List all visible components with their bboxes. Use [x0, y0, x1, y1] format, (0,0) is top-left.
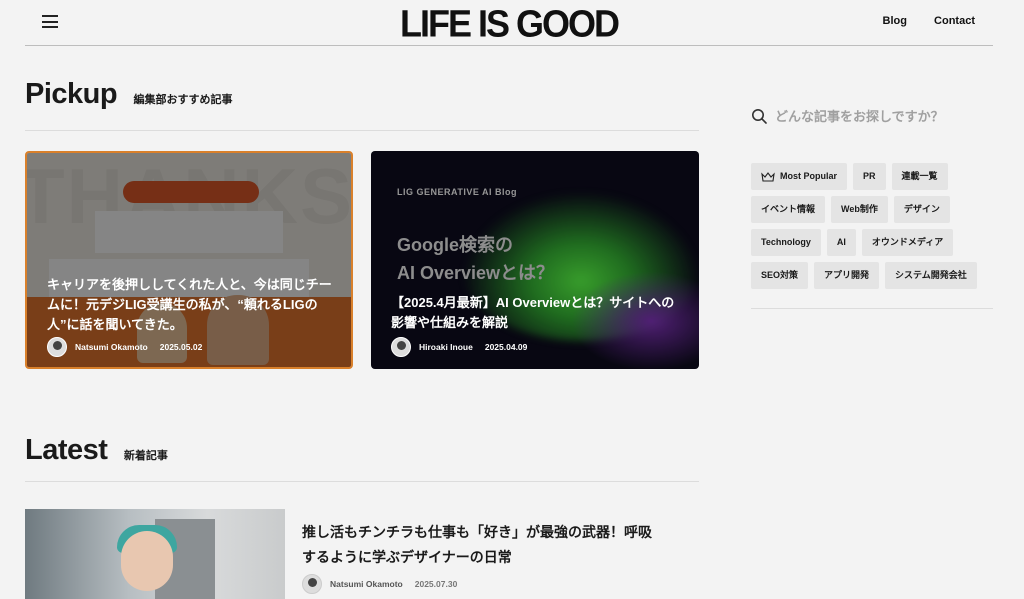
crown-icon: [761, 171, 775, 182]
nav-contact[interactable]: Contact: [934, 15, 975, 27]
tag-web[interactable]: Web制作: [831, 196, 888, 223]
sidebar-divider: [751, 308, 993, 309]
post-date: 2025.05.02: [159, 342, 203, 352]
latest-heading: Latest: [25, 434, 108, 466]
card-title[interactable]: キャリアを後押ししてくれた人と、今は同じチームに！元デジLIG受講生の私が、“頼…: [47, 275, 337, 335]
header-nav: Blog Contact: [859, 15, 975, 27]
latest-item-title[interactable]: 推し活もチンチラも仕事も「好き」が最強の武器！呼吸するように学ぶデザイナーの日常: [302, 520, 662, 570]
pickup-card-1[interactable]: THANKS キャリアを後押ししてくれた人と、今は同じチームに！元デジLIG受講…: [25, 151, 353, 369]
author-name[interactable]: Natsumi Okamoto: [75, 342, 148, 352]
tag-list: Most Popular PR 連載一覧 イベント情報 Web制作 デザイン T…: [751, 163, 993, 295]
tag-design[interactable]: デザイン: [893, 196, 950, 223]
author-avatar: [302, 574, 322, 594]
search-input[interactable]: [773, 107, 983, 125]
tag-series[interactable]: 連載一覧: [891, 163, 948, 190]
tag-pr[interactable]: PR: [853, 163, 886, 190]
tag-owned-media[interactable]: オウンドメディア: [861, 229, 954, 256]
pickup-heading: Pickup: [25, 78, 118, 110]
author-name[interactable]: Natsumi Okamoto: [330, 579, 403, 589]
nav-blog[interactable]: Blog: [883, 15, 907, 27]
tag-ai[interactable]: AI: [826, 229, 856, 256]
tag-technology[interactable]: Technology: [751, 229, 821, 256]
card-meta: Hiroaki Inoue 2025.04.09: [391, 337, 527, 357]
latest-item-meta: Natsumi Okamoto 2025.07.30: [302, 574, 457, 594]
search-icon: [752, 109, 767, 124]
site-logo[interactable]: LIFE IS GOOD: [25, 2, 993, 46]
card-title[interactable]: 【2025.4月最新】AI Overviewとは？サイトへの影響や仕組みを解説: [391, 293, 685, 333]
tag-events[interactable]: イベント情報: [751, 196, 826, 223]
author-name[interactable]: Hiroaki Inoue: [419, 342, 473, 352]
site-header: LIFE IS GOOD Blog Contact: [25, 0, 993, 46]
tag-app-dev[interactable]: アプリ開発: [814, 262, 880, 289]
pickup-subheading: 編集部おすすめ記事: [133, 94, 233, 106]
tag-seo[interactable]: SEO対策: [751, 262, 809, 289]
tag-most-popular[interactable]: Most Popular: [751, 163, 848, 190]
author-avatar: [391, 337, 411, 357]
pickup-section-head: Pickup 編集部おすすめ記事: [25, 78, 699, 131]
tag-system-dev[interactable]: システム開発会社: [885, 262, 977, 289]
author-avatar: [47, 337, 67, 357]
card-meta: Natsumi Okamoto 2025.05.02: [47, 337, 202, 357]
latest-item-thumbnail[interactable]: [25, 509, 285, 599]
search-box[interactable]: [751, 106, 993, 126]
pickup-card-2[interactable]: LIG GENERATIVE AI Blog Google検索の AI Over…: [371, 151, 699, 369]
post-date: 2025.04.09: [484, 342, 528, 352]
latest-subheading: 新着記事: [123, 450, 168, 462]
latest-section-head: Latest 新着記事: [25, 434, 699, 482]
post-date: 2025.07.30: [414, 579, 458, 589]
